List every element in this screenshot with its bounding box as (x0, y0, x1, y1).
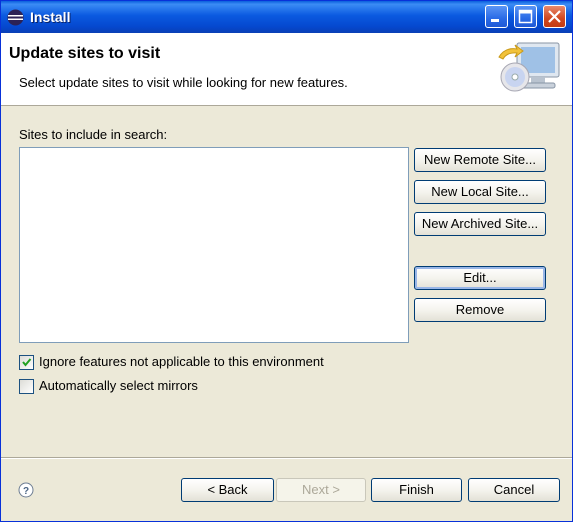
check-mark-icon (22, 358, 32, 367)
computer-with-cd-update-icon (498, 42, 560, 92)
auto-mirrors-checkbox[interactable] (19, 379, 34, 394)
page-title: Update sites to visit (9, 45, 161, 62)
install-dialog: Install Update sites to visit Select upd… (0, 0, 573, 522)
title-bar[interactable]: Install (1, 1, 572, 33)
maximize-button[interactable] (514, 5, 537, 28)
close-button[interactable] (543, 5, 566, 28)
new-local-site-button[interactable]: New Local Site... (414, 180, 546, 204)
remove-button[interactable]: Remove (414, 298, 546, 322)
sites-label: Sites to include in search: (19, 127, 168, 142)
auto-mirrors-label: Automatically select mirrors (39, 378, 198, 393)
minimize-button[interactable] (485, 5, 508, 28)
auto-mirrors-option[interactable]: Automatically select mirrors (19, 378, 319, 395)
ignore-features-option[interactable]: Ignore features not applicable to this e… (19, 354, 419, 371)
sites-list[interactable] (19, 147, 409, 343)
svg-text:?: ? (23, 486, 29, 497)
header-banner: Update sites to visit Select update site… (1, 33, 572, 106)
new-remote-site-button[interactable]: New Remote Site... (414, 148, 546, 172)
maximize-icon (518, 9, 533, 24)
ignore-features-label: Ignore features not applicable to this e… (39, 354, 324, 369)
window-title: Install (30, 9, 71, 25)
finish-button[interactable]: Finish (371, 478, 462, 502)
minimize-icon (491, 19, 499, 22)
eclipse-icon (7, 9, 24, 26)
ignore-features-checkbox[interactable] (19, 355, 34, 370)
footer-divider (1, 457, 572, 459)
help-icon[interactable]: ? (18, 482, 34, 498)
next-button[interactable]: Next > (276, 478, 366, 502)
close-icon (548, 10, 561, 23)
page-description: Select update sites to visit while looki… (19, 75, 348, 90)
new-archived-site-button[interactable]: New Archived Site... (414, 212, 546, 236)
edit-button[interactable]: Edit... (414, 266, 546, 290)
back-button[interactable]: < Back (181, 478, 274, 502)
cancel-button[interactable]: Cancel (468, 478, 560, 502)
